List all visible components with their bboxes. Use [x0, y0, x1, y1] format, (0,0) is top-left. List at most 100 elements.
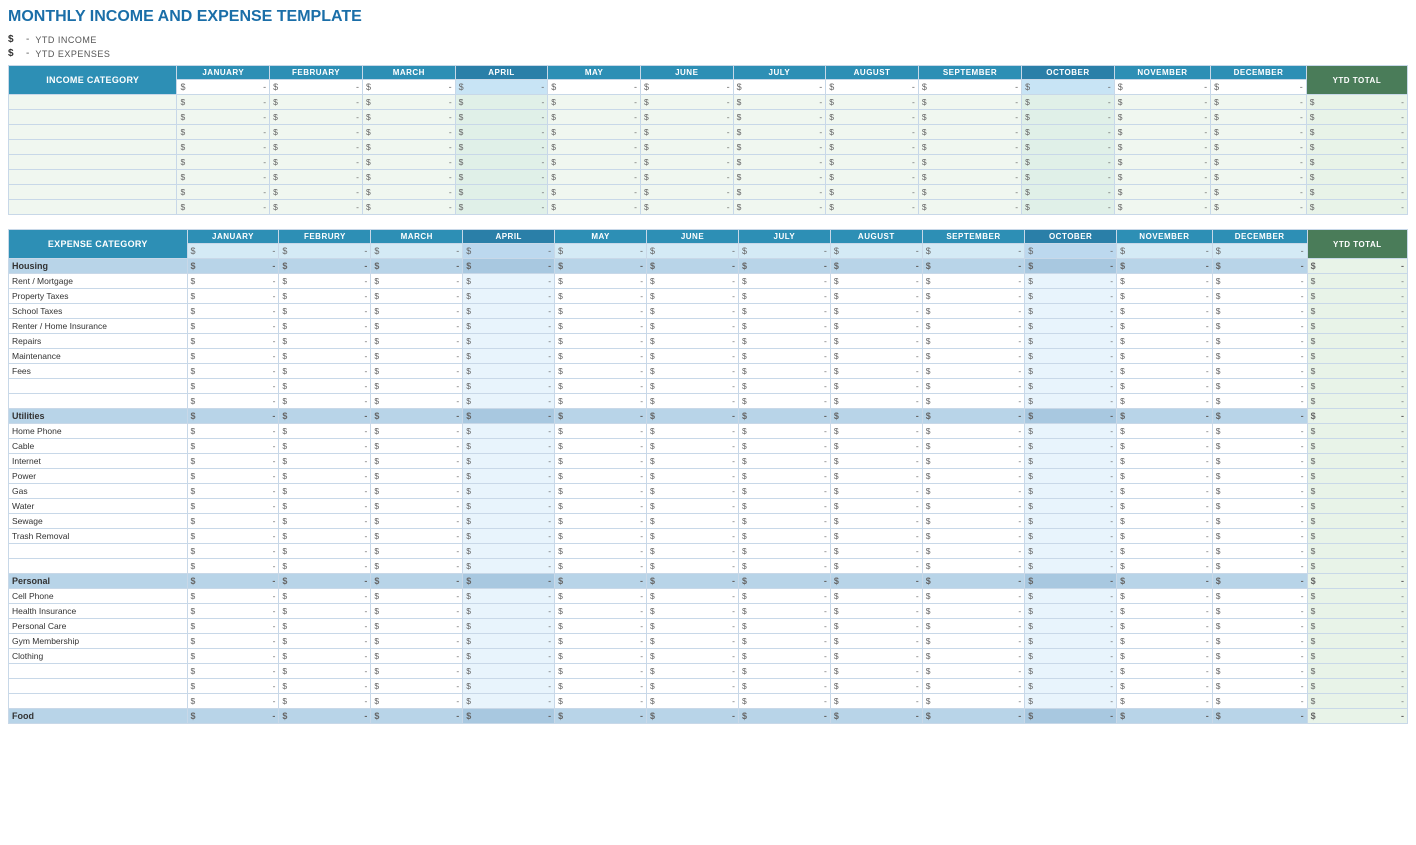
- money-cell: $-: [279, 304, 371, 319]
- money-cell: $-: [1307, 664, 1407, 679]
- money-cell: $-: [187, 259, 279, 274]
- money-cell: $-: [1306, 95, 1407, 110]
- money-cell: $-: [371, 424, 463, 439]
- money-cell: $-: [1307, 589, 1407, 604]
- money-cell: $-: [922, 439, 1024, 454]
- money-cell: $-: [922, 409, 1024, 424]
- money-cell: $-: [738, 424, 830, 439]
- expense-category-cell: Rent / Mortgage: [9, 274, 188, 289]
- money-cell: $-: [1212, 664, 1307, 679]
- money-cell: $-: [738, 394, 830, 409]
- money-cell: $-: [647, 349, 739, 364]
- money-cell: $-: [1117, 484, 1213, 499]
- money-cell: $-: [1212, 304, 1307, 319]
- table-row: $-$-$-$-$-$-$-$-$-$-$-$-$-: [9, 664, 1408, 679]
- money-cell: $-: [1212, 604, 1307, 619]
- money-cell: $-: [1022, 110, 1115, 125]
- table-row: Repairs$-$-$-$-$-$-$-$-$-$-$-$-$-: [9, 334, 1408, 349]
- money-cell: $-: [371, 364, 463, 379]
- money-cell: $-: [922, 694, 1024, 709]
- money-cell: $-: [922, 529, 1024, 544]
- money-cell: $-: [363, 95, 456, 110]
- money-cell: $-: [1022, 155, 1115, 170]
- money-cell: $-: [555, 499, 647, 514]
- money-cell: $-: [647, 304, 739, 319]
- expense-category-cell: [9, 544, 188, 559]
- money-cell: $-: [1307, 394, 1407, 409]
- money-cell: $-: [279, 319, 371, 334]
- money-cell: $-: [279, 469, 371, 484]
- money-cell: $-: [830, 649, 922, 664]
- money-cell: $-: [647, 574, 739, 589]
- money-cell: $-: [187, 559, 279, 574]
- money-cell: $-: [187, 454, 279, 469]
- money-cell: $-: [1025, 499, 1117, 514]
- money-cell: $-: [279, 349, 371, 364]
- money-cell: $-: [1025, 544, 1117, 559]
- money-cell: $-: [1306, 125, 1407, 140]
- money-cell: $-: [922, 259, 1024, 274]
- money-cell: $-: [1212, 589, 1307, 604]
- table-row: Internet$-$-$-$-$-$-$-$-$-$-$-$-$-: [9, 454, 1408, 469]
- money-cell: $-: [1117, 529, 1213, 544]
- money-cell: $-: [830, 484, 922, 499]
- money-cell: $-: [1117, 634, 1213, 649]
- money-cell: $-: [1212, 319, 1307, 334]
- money-cell: $-: [371, 589, 463, 604]
- money-cell: $-: [1212, 409, 1307, 424]
- money-cell: $-: [279, 274, 371, 289]
- money-cell: $-: [647, 259, 739, 274]
- money-cell: $-: [830, 409, 922, 424]
- money-cell: $-: [647, 319, 739, 334]
- money-cell: $-: [270, 80, 363, 95]
- money-cell: $-: [455, 95, 548, 110]
- money-cell: $-: [363, 200, 456, 215]
- money-cell: $-: [187, 319, 279, 334]
- money-cell: $-: [1307, 454, 1407, 469]
- table-row: Sewage$-$-$-$-$-$-$-$-$-$-$-$-$-: [9, 514, 1408, 529]
- money-cell: $-: [1114, 140, 1210, 155]
- income-table: INCOME CATEGORYJANUARYFEBRUARYMARCHAPRIL…: [8, 65, 1408, 215]
- money-cell: $-: [279, 664, 371, 679]
- money-cell: $-: [830, 244, 922, 259]
- expense-category-cell: Clothing: [9, 649, 188, 664]
- money-cell: $-: [1117, 424, 1213, 439]
- money-cell: $-: [922, 604, 1024, 619]
- money-cell: $-: [555, 439, 647, 454]
- table-row: $-$-$-$-$-$-$-$-$-$-$-$-$-: [9, 679, 1408, 694]
- money-cell: $-: [1212, 454, 1307, 469]
- money-cell: $-: [371, 469, 463, 484]
- money-cell: $-: [1307, 319, 1407, 334]
- money-cell: $-: [647, 394, 739, 409]
- money-cell: $-: [1025, 679, 1117, 694]
- money-cell: $-: [922, 454, 1024, 469]
- money-cell: $-: [1025, 364, 1117, 379]
- table-row: Rent / Mortgage$-$-$-$-$-$-$-$-$-$-$-$-$…: [9, 274, 1408, 289]
- money-cell: $-: [738, 319, 830, 334]
- ytd-income-label: YTD INCOME: [35, 35, 97, 45]
- money-cell: $-: [830, 334, 922, 349]
- table-row: $-$-$-$-$-$-$-$-$-$-$-$-$-: [9, 559, 1408, 574]
- money-cell: $-: [1025, 394, 1117, 409]
- money-cell: $-: [830, 499, 922, 514]
- money-cell: $-: [733, 200, 826, 215]
- money-cell: $-: [1211, 110, 1307, 125]
- money-cell: $-: [555, 394, 647, 409]
- section-header-row: Personal$-$-$-$-$-$-$-$-$-$-$-$-$-: [9, 574, 1408, 589]
- money-cell: $-: [455, 80, 548, 95]
- money-cell: $-: [1117, 439, 1213, 454]
- money-cell: $-: [187, 349, 279, 364]
- money-cell: $-: [371, 694, 463, 709]
- money-cell: $-: [830, 469, 922, 484]
- money-cell: $-: [922, 664, 1024, 679]
- money-cell: $-: [371, 349, 463, 364]
- money-cell: $-: [463, 574, 555, 589]
- money-cell: $-: [371, 304, 463, 319]
- money-cell: $-: [555, 649, 647, 664]
- money-cell: $-: [1212, 634, 1307, 649]
- money-cell: $-: [187, 499, 279, 514]
- money-cell: $-: [371, 409, 463, 424]
- money-cell: $-: [1212, 394, 1307, 409]
- money-cell: $-: [830, 379, 922, 394]
- money-cell: $-: [918, 170, 1021, 185]
